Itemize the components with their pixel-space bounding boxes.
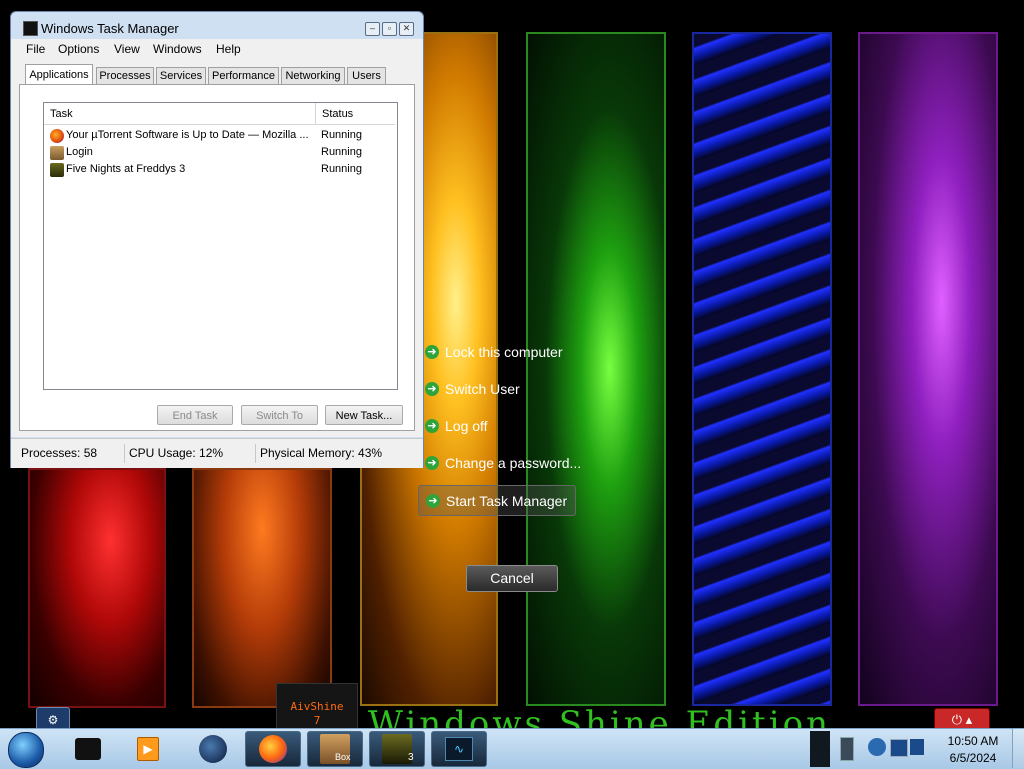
task-status: Running [321,146,362,158]
tab-performance[interactable]: Performance [208,67,279,84]
green-arrow-icon: ➜ [425,345,439,359]
status-bar: Processes: 58 CPU Usage: 12% Physical Me… [11,438,423,468]
task-manager-icon [23,21,38,36]
status-processes: Processes: 58 [21,446,98,460]
login-icon [50,146,64,160]
option-log-off[interactable]: ➜ Log off [425,411,488,441]
task-row[interactable]: Your µTorrent Software is Up to Date — M… [44,128,395,145]
taskbar-task-manager[interactable]: ∿ [431,731,487,767]
cancel-button[interactable]: Cancel [466,565,558,592]
option-label: Log off [445,418,488,434]
task-status: Running [321,129,362,141]
firefox-icon [259,735,287,763]
menu-options[interactable]: Options [58,42,99,56]
clock-date[interactable]: 6/5/2024 [940,751,1006,765]
taskbar-black-box-app[interactable] [60,731,116,767]
tab-services[interactable]: Services [156,67,206,84]
tab-applications[interactable]: Applications [25,64,93,85]
new-task-button[interactable]: New Task... [325,405,403,425]
column-header-status[interactable]: Status [316,103,395,125]
tab-users[interactable]: Users [347,67,386,84]
black-box-icon [75,738,101,760]
taskbar-globe-app[interactable] [185,731,241,767]
taskbar-media-player[interactable]: ▶ [120,731,176,767]
tray-divider [810,731,830,767]
network-icon[interactable] [868,738,886,756]
menu-view[interactable]: View [114,42,140,56]
option-label: Start Task Manager [446,492,568,509]
option-start-task-manager[interactable]: ➜ Start Task Manager [418,485,577,516]
minimize-button[interactable]: – [365,22,380,36]
option-switch-user[interactable]: ➜ Switch User [425,374,520,404]
green-arrow-icon: ➜ [425,456,439,470]
menu-bar: File Options View Windows Help [11,39,423,59]
display-icon[interactable] [890,739,908,757]
taskbar: ▶ Box 3 ∿ [0,728,1024,769]
box-label: Box [335,752,351,762]
system-tray [866,735,928,761]
wallpaper-panel-orange [192,468,332,708]
wallpaper-panel-green [526,32,666,706]
window-title: Windows Task Manager [41,21,179,36]
option-label: Switch User [445,381,520,397]
status-physical-memory: Physical Memory: 43% [255,444,415,463]
end-task-button[interactable]: End Task [157,405,233,425]
task-name: Login [66,146,93,158]
menu-file[interactable]: File [26,42,45,56]
wallpaper-panel-purple [858,32,998,706]
show-desktop-button[interactable] [1012,729,1024,768]
taskbar-firefox[interactable] [245,731,301,767]
menu-windows[interactable]: Windows [153,42,202,56]
menu-help[interactable]: Help [216,42,241,56]
option-change-password[interactable]: ➜ Change a password... [425,448,581,478]
applications-pane: Task Status Your µTorrent Software is Up… [19,84,415,431]
usb-drive-icon[interactable] [840,737,854,761]
close-button[interactable]: ✕ [399,22,414,36]
aivshine-badge: AivShine 7 [276,683,358,729]
media-player-icon: ▶ [137,737,159,761]
status-cpu-usage: CPU Usage: 12% [124,444,254,463]
wallpaper-panel-red [28,468,166,708]
column-header-task[interactable]: Task [44,103,316,125]
fnaf3-icon [50,163,64,177]
task-list[interactable]: Task Status Your µTorrent Software is Up… [43,102,398,390]
task-name: Your µTorrent Software is Up to Date — M… [66,129,309,141]
task-status: Running [321,163,362,175]
start-orb[interactable] [8,732,44,768]
tab-networking[interactable]: Networking [281,67,345,84]
aivshine-label: AivShine [290,700,344,713]
window-body: Applications Processes Services Performa… [11,59,423,437]
green-arrow-icon: ➜ [425,419,439,433]
task-name: Five Nights at Freddys 3 [66,163,186,175]
title-bar[interactable]: Windows Task Manager – ▫ ✕ [11,12,423,38]
task-manager-window: Windows Task Manager – ▫ ✕ File Options … [10,11,424,468]
clock-time[interactable]: 10:50 AM [940,734,1006,748]
task-row[interactable]: Login Running [44,145,395,162]
green-arrow-icon: ➜ [425,382,439,396]
task-row[interactable]: Five Nights at Freddys 3 Running [44,162,395,179]
globe-icon [199,735,227,763]
option-lock-computer[interactable]: ➜ Lock this computer [425,337,563,367]
option-label: Change a password... [445,455,582,471]
wallpaper-panel-blue [692,32,832,706]
taskbar-fnaf3[interactable]: 3 [369,731,425,767]
green-arrow-icon: ➜ [426,493,440,508]
taskbar-box-app[interactable]: Box [307,731,363,767]
fnaf3-badge: 3 [408,752,414,763]
task-manager-icon: ∿ [445,737,473,761]
volume-icon[interactable] [910,739,924,755]
maximize-button[interactable]: ▫ [382,22,397,36]
switch-to-button[interactable]: Switch To [241,405,318,425]
firefox-icon [50,129,64,143]
tab-processes[interactable]: Processes [96,67,154,84]
aivshine-number: 7 [313,714,321,727]
option-label: Lock this computer [445,344,563,360]
